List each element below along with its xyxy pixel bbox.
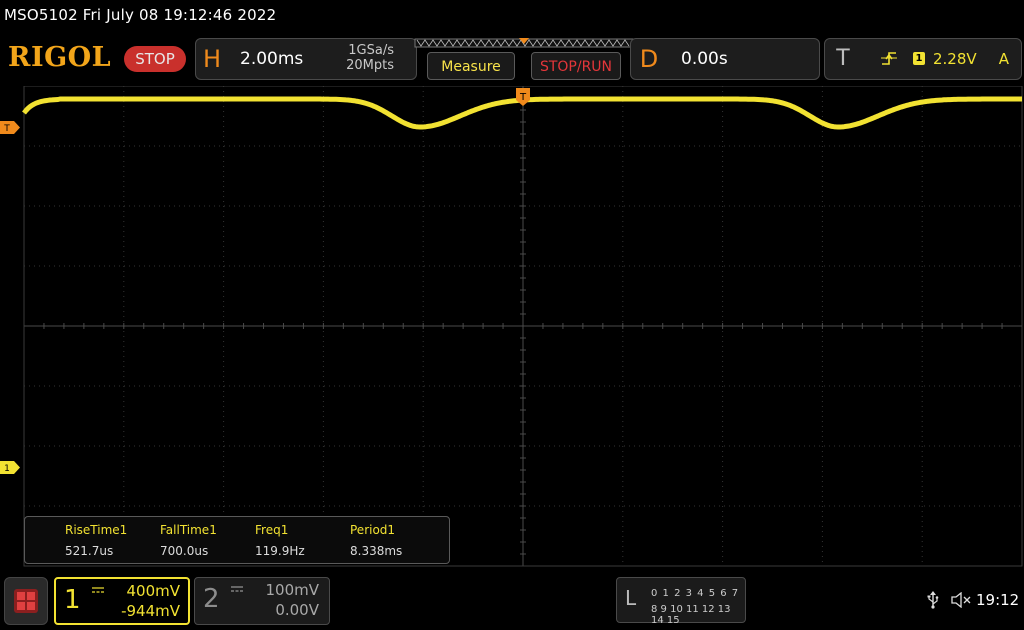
grid-menu-icon — [14, 589, 38, 613]
dc-coupling-icon — [92, 587, 104, 593]
delay-panel[interactable]: D 0.00s — [630, 38, 820, 80]
channel-1-scale: 400mV — [126, 582, 180, 600]
la-channels-row-2: 8 9 10 11 12 13 14 15 — [651, 604, 731, 626]
sample-info: 1GSa/s 20Mpts — [346, 43, 394, 73]
trigger-position-marker: T — [516, 88, 530, 106]
logic-analyzer-letter: L — [625, 586, 637, 610]
channel-1-panel[interactable]: 1 400mV -944mV — [54, 577, 190, 625]
system-clock: 19:12 — [976, 591, 1020, 609]
ch1-offset-marker[interactable]: 1 — [0, 461, 20, 474]
trigger-level-marker[interactable]: T — [0, 121, 20, 134]
ch1-offset-marker-label: 1 — [4, 464, 10, 474]
trigger-panel[interactable]: T 1 2.28V A — [824, 38, 1022, 80]
measurement-results[interactable]: RiseTime1 521.7us FallTime1 700.0us Freq… — [24, 516, 450, 564]
speaker-muted-icon[interactable] — [951, 592, 971, 608]
center-axes — [23, 86, 1022, 567]
delay-value: 0.00s — [681, 49, 728, 69]
channel-2-panel[interactable]: 2 100mV 0.00V — [194, 577, 330, 625]
run-state-badge[interactable]: STOP — [124, 46, 186, 72]
sample-rate: 1GSa/s — [348, 43, 394, 58]
horizontal-panel[interactable]: H 2.00ms 1GSa/s 20Mpts — [195, 38, 417, 80]
horizontal-letter: H — [202, 45, 222, 73]
logic-analyzer-panel[interactable]: L 0 1 2 3 4 5 6 7 8 9 10 11 12 13 14 15 — [616, 577, 746, 626]
trigger-level: 2.28V — [933, 50, 977, 68]
memory-depth: 20Mpts — [346, 58, 394, 73]
delay-letter: D — [639, 45, 659, 73]
channel-1-number: 1 — [64, 585, 81, 615]
status-line: MSO5102 Fri July 08 19:12:46 2022 — [4, 6, 277, 24]
channel-1-offset: -944mV — [121, 602, 180, 620]
trigger-position-label: T — [519, 92, 527, 103]
rising-edge-icon — [881, 52, 897, 65]
measurement-period: Period1 8.338ms — [350, 523, 403, 558]
trigger-letter: T — [836, 46, 850, 71]
timebase-value: 2.00ms — [240, 49, 304, 69]
la-channels-row-1: 0 1 2 3 4 5 6 7 — [651, 588, 740, 599]
trigger-level-marker-label: T — [3, 124, 10, 134]
measurement-rise-time: RiseTime1 521.7us — [65, 523, 128, 558]
memory-position-bar — [414, 38, 634, 48]
main-menu-button[interactable] — [4, 577, 48, 625]
trigger-mode: A — [998, 50, 1009, 68]
dc-coupling-icon — [231, 586, 243, 592]
channel-2-scale: 100mV — [265, 581, 319, 599]
usb-icon — [927, 591, 939, 609]
measurement-frequency: Freq1 119.9Hz — [255, 523, 305, 558]
measure-button[interactable]: Measure — [427, 52, 515, 80]
channel-2-number: 2 — [203, 584, 220, 614]
channel-2-offset: 0.00V — [275, 601, 319, 619]
brand-logo: RIGOL — [8, 42, 112, 73]
trigger-source-badge: 1 — [913, 52, 925, 65]
measurement-fall-time: FallTime1 700.0us — [160, 523, 217, 558]
waveform-display[interactable]: T — [0, 86, 1024, 568]
stop-run-button[interactable]: STOP/RUN — [531, 52, 621, 80]
